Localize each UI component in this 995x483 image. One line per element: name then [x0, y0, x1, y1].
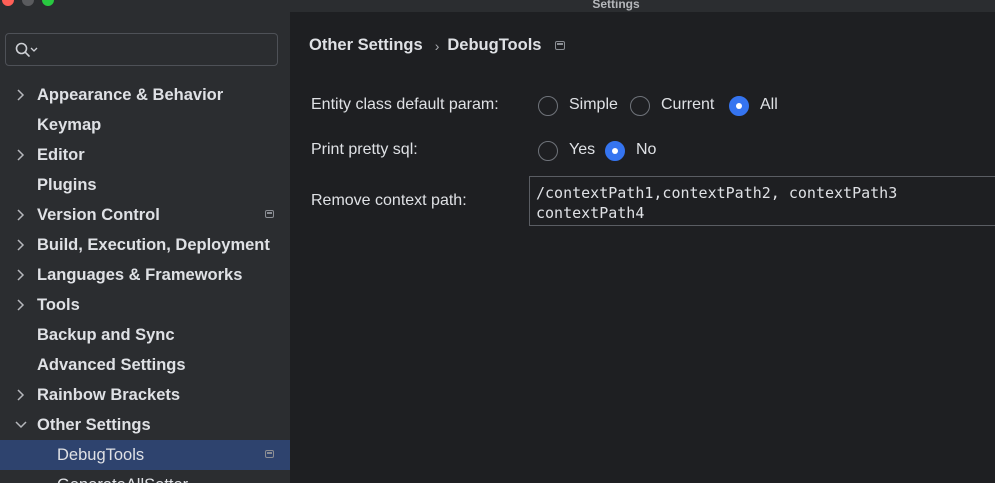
- breadcrumb-current: DebugTools: [447, 36, 542, 55]
- breadcrumb: Other Settings › DebugTools: [309, 36, 566, 58]
- window-title: Settings: [592, 0, 640, 11]
- sidebar-item-backup-and-sync[interactable]: Backup and Sync: [0, 320, 290, 350]
- sidebar-item-label: Keymap: [37, 116, 102, 134]
- sidebar-item-label: Build, Execution, Deployment: [37, 236, 270, 254]
- sidebar-item-languages-frameworks[interactable]: Languages & Frameworks: [0, 260, 290, 290]
- chevron-right-icon[interactable]: [14, 380, 28, 410]
- chevron-right-icon[interactable]: [14, 200, 28, 230]
- sidebar-item-label: Backup and Sync: [37, 326, 175, 344]
- sidebar-item-label: Other Settings: [37, 416, 151, 434]
- chevron-right-icon[interactable]: [14, 260, 28, 290]
- context-path-textarea[interactable]: /contextPath1,contextPath2, contextPath3…: [529, 176, 995, 226]
- radio-yes-label[interactable]: Yes: [569, 141, 595, 159]
- sidebar-item-label: Rainbow Brackets: [37, 386, 181, 404]
- search-icon[interactable]: [15, 42, 39, 58]
- sidebar-item-debugtools[interactable]: DebugTools: [0, 440, 290, 470]
- breadcrumb-parent[interactable]: Other Settings: [309, 36, 423, 55]
- sidebar-item-appearance-behavior[interactable]: Appearance & Behavior: [0, 80, 290, 110]
- sidebar-item-advanced-settings[interactable]: Advanced Settings: [0, 350, 290, 380]
- radio-current-label[interactable]: Current: [661, 96, 714, 114]
- radio-no-label[interactable]: No: [636, 141, 656, 159]
- radio-current[interactable]: [630, 96, 650, 116]
- chevron-right-icon[interactable]: [14, 140, 28, 170]
- project-level-icon: [265, 210, 274, 218]
- sidebar-item-label: Languages & Frameworks: [37, 266, 243, 284]
- radio-simple-label[interactable]: Simple: [569, 96, 618, 114]
- settings-sidebar: Appearance & Behavior Keymap Editor Plugins…: [0, 12, 291, 483]
- search-box[interactable]: [5, 33, 278, 66]
- sidebar-item-label: Version Control: [37, 206, 160, 224]
- remove-context-label: Remove context path:: [311, 192, 467, 209]
- print-sql-label: Print pretty sql:: [311, 141, 418, 158]
- settings-content: Other Settings › DebugTools Entity class d…: [291, 12, 995, 483]
- radio-simple[interactable]: [538, 96, 558, 116]
- radio-all[interactable]: [729, 96, 749, 116]
- sidebar-item-build-execution-deployment[interactable]: Build, Execution, Deployment: [0, 230, 290, 260]
- radio-all-label[interactable]: All: [760, 96, 778, 114]
- sidebar-item-label: Advanced Settings: [37, 356, 186, 374]
- sidebar-item-label: Editor: [37, 146, 85, 164]
- sidebar-item-plugins[interactable]: Plugins: [0, 170, 290, 200]
- sidebar-item-keymap[interactable]: Keymap: [0, 110, 290, 140]
- chevron-down-icon[interactable]: [14, 410, 28, 440]
- search-input[interactable]: [46, 39, 275, 63]
- sidebar-item-label: DebugTools: [57, 446, 145, 464]
- sidebar-item-generateallsetter[interactable]: GenerateAllSetter: [0, 470, 290, 483]
- project-level-icon: [265, 450, 274, 458]
- sidebar-item-version-control[interactable]: Version Control: [0, 200, 290, 230]
- entity-param-label: Entity class default param:: [311, 96, 499, 113]
- radio-yes[interactable]: [538, 141, 558, 161]
- sidebar-item-rainbow-brackets[interactable]: Rainbow Brackets: [0, 380, 290, 410]
- sidebar-item-label: Plugins: [37, 176, 97, 194]
- sidebar-item-editor[interactable]: Editor: [0, 140, 290, 170]
- sidebar-item-tools[interactable]: Tools: [0, 290, 290, 320]
- title-bar: Settings: [0, 0, 995, 12]
- project-level-icon: [555, 41, 566, 51]
- sidebar-item-label: Appearance & Behavior: [37, 86, 224, 104]
- sidebar-item-other-settings[interactable]: Other Settings: [0, 410, 290, 440]
- sidebar-item-label: GenerateAllSetter: [57, 470, 188, 483]
- breadcrumb-separator-icon: ›: [434, 37, 440, 54]
- radio-no[interactable]: [605, 141, 625, 161]
- chevron-right-icon[interactable]: [14, 230, 28, 260]
- chevron-right-icon[interactable]: [14, 80, 28, 110]
- chevron-right-icon[interactable]: [14, 290, 28, 320]
- settings-tree: Appearance & Behavior Keymap Editor Plugins…: [0, 80, 290, 483]
- sidebar-item-label: Tools: [37, 296, 80, 314]
